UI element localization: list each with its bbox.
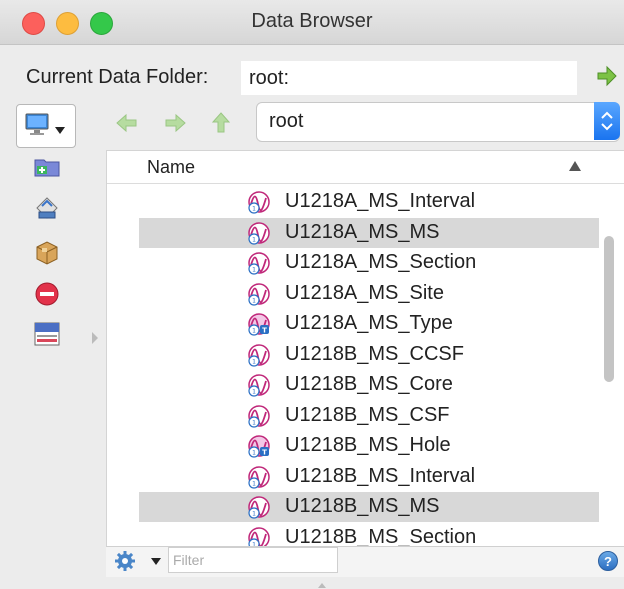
wave-icon: 1: [248, 465, 270, 489]
folder-popup-value: root: [269, 110, 304, 132]
list-item[interactable]: 1 U1218A_MS_MS: [139, 217, 599, 248]
list-item[interactable]: 1 U1218B_MS_Interval: [139, 462, 599, 492]
list-item-label: U1218A_MS_Type: [285, 312, 453, 334]
info-display-icon[interactable]: [33, 320, 61, 348]
list-item-label: U1218B_MS_CCSF: [285, 342, 464, 365]
list-item-label: U1218A_MS_Section: [285, 251, 477, 273]
updown-chevron-icon: [601, 111, 613, 131]
svg-text:1: 1: [252, 328, 256, 335]
list-item-label: U1218A_MS_Interval: [285, 190, 476, 212]
monitor-icon: [25, 113, 49, 135]
expand-panel-icon[interactable]: [88, 318, 102, 358]
list-item-label: U1218A_MS_MS: [285, 220, 440, 243]
current-data-folder-field[interactable]: root:: [240, 60, 578, 96]
delete-icon[interactable]: [33, 280, 61, 308]
text-wave-icon: 1T: [248, 313, 270, 336]
popup-stepper[interactable]: [594, 102, 620, 140]
wave-icon: 1: [248, 526, 270, 547]
svg-text:1: 1: [252, 267, 256, 274]
help-button[interactable]: ?: [598, 551, 618, 571]
list-item[interactable]: 1 U1218B_MS_MS: [139, 492, 599, 522]
window-title: Data Browser: [251, 10, 373, 32]
list-item-label: U1218B_MS_Hole: [285, 434, 451, 456]
gear-chevron-down-icon[interactable]: [148, 548, 164, 574]
package-icon[interactable]: [33, 238, 61, 266]
list-item[interactable]: 1 U1218B_MS_Section: [139, 523, 599, 548]
name-column-header[interactable]: Name: [147, 157, 195, 178]
chevron-down-icon: [55, 127, 65, 134]
list-item-label: U1218B_MS_MS: [285, 495, 440, 517]
list-item[interactable]: 1 T U1218A_MS_Type: [139, 309, 599, 339]
resize-handle-icon[interactable]: [318, 582, 326, 588]
wave-icon: 1: [248, 252, 270, 275]
list-item[interactable]: 1 U1218B_MS_CCSF: [139, 340, 599, 370]
list-item-label: U1218B_MS_Core: [285, 373, 453, 395]
data-list: Name 1 U1218A_MS_Interval 1 U1218A_MS_MS 1 U1…: [106, 150, 624, 547]
list-item-label: U1218B_MS_Interval: [285, 464, 476, 487]
display-menu-button[interactable]: [16, 104, 76, 148]
list-item[interactable]: 1 U1218A_MS_Site: [139, 279, 599, 309]
svg-text:1: 1: [252, 206, 256, 213]
svg-text:1: 1: [252, 297, 256, 304]
wave-icon: 1: [248, 282, 270, 306]
svg-text:1: 1: [252, 511, 256, 518]
wave-icon: 1: [248, 221, 270, 245]
list-item[interactable]: 1 U1218B_MS_CSF: [139, 401, 599, 431]
save-copy-icon[interactable]: [33, 194, 61, 222]
filter-input[interactable]: [168, 547, 338, 573]
scrollbar-thumb[interactable]: [604, 236, 614, 382]
svg-text:T: T: [262, 327, 267, 335]
svg-text:1: 1: [252, 389, 256, 396]
list-item[interactable]: 1 U1218A_MS_Interval: [139, 187, 599, 217]
current-data-folder-label: Current Data Folder:: [26, 66, 209, 88]
list-header: Name: [107, 151, 624, 184]
list-item-label: U1218A_MS_Site: [285, 281, 444, 304]
text-wave-icon: 1T: [248, 435, 270, 458]
list-item-label: U1218B_MS_Section: [285, 525, 477, 548]
list-item[interactable]: 1 U1218B_MS_Core: [139, 370, 599, 400]
svg-text:1: 1: [252, 236, 256, 243]
wave-icon: 1: [248, 191, 270, 214]
wave-icon: 1: [248, 404, 270, 428]
current-data-folder-value: root:: [249, 67, 290, 89]
go-arrow-icon[interactable]: [596, 64, 618, 88]
new-folder-icon[interactable]: [33, 152, 61, 180]
wave-icon: 1: [248, 374, 270, 397]
up-arrow-icon[interactable]: [208, 110, 234, 136]
wave-icon: 1: [248, 496, 270, 519]
svg-text:T: T: [262, 449, 267, 457]
list-item[interactable]: 1 U1218A_MS_Section: [139, 248, 599, 278]
wave-icon: 1: [248, 343, 270, 367]
sort-ascending-icon[interactable]: [569, 161, 581, 171]
svg-text:1: 1: [252, 419, 256, 426]
list-item-label: U1218B_MS_CSF: [285, 403, 450, 426]
svg-text:1: 1: [252, 480, 256, 487]
back-arrow-icon[interactable]: [114, 110, 140, 136]
forward-arrow-icon[interactable]: [162, 110, 188, 136]
list-item[interactable]: 1 T U1218B_MS_Hole: [139, 431, 599, 461]
gear-icon[interactable]: [110, 548, 140, 574]
folder-popup[interactable]: root: [256, 102, 620, 142]
title-bar: Data Browser: [0, 0, 624, 45]
svg-text:1: 1: [252, 450, 256, 457]
svg-text:1: 1: [252, 358, 256, 365]
